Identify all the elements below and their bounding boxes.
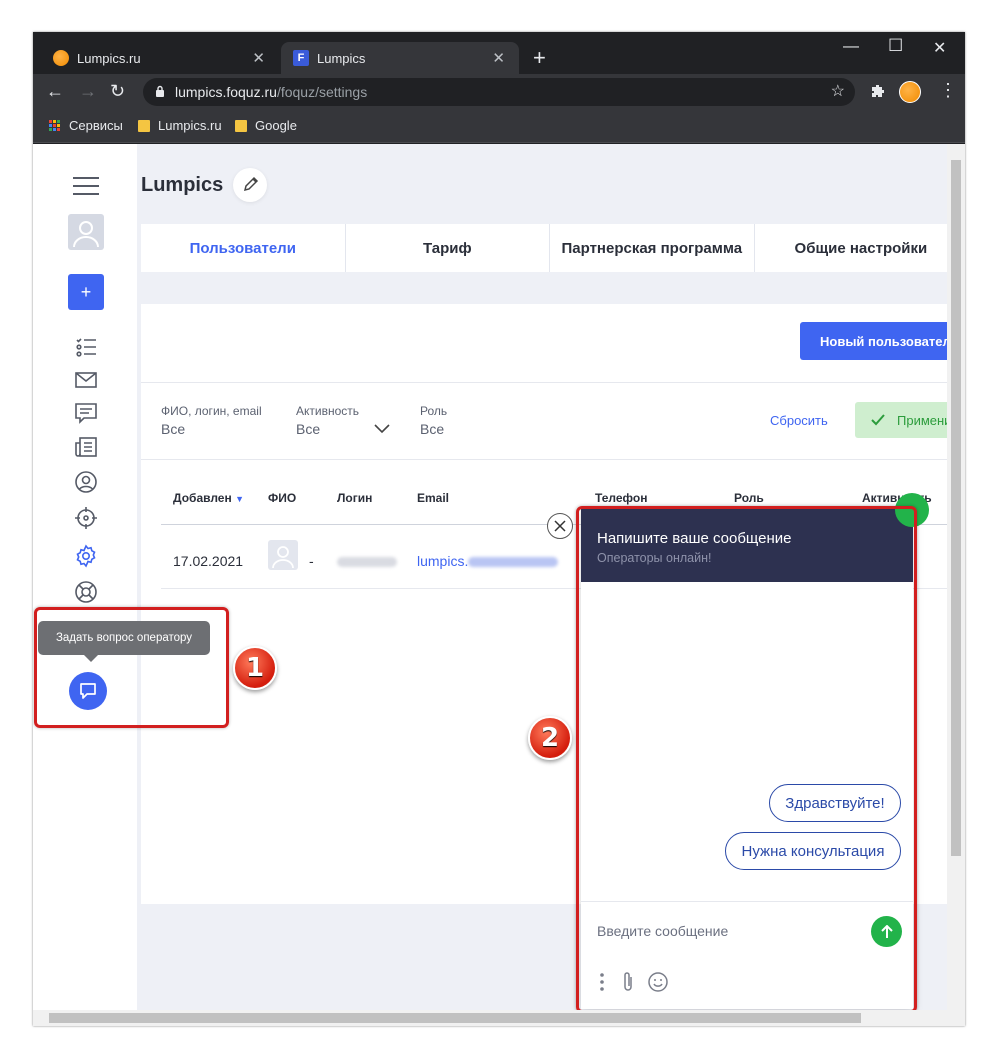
bookmark-label: Сервисы xyxy=(69,118,123,133)
browser-menu-icon[interactable]: ⋮ xyxy=(939,80,957,101)
column-name[interactable]: ФИО xyxy=(268,491,296,505)
bookmark-google[interactable]: Google xyxy=(235,118,297,133)
pencil-icon xyxy=(243,176,259,192)
user-silhouette-icon xyxy=(272,546,294,569)
vertical-scrollbar[interactable] xyxy=(947,144,965,1010)
bookmark-services[interactable]: Сервисы xyxy=(49,118,123,133)
tab-users[interactable]: Пользователи xyxy=(141,224,346,272)
hamburger-menu-icon[interactable] xyxy=(72,174,100,198)
filter-label-search: ФИО, логин, email xyxy=(161,404,262,418)
user-circle-icon[interactable] xyxy=(74,470,98,494)
lock-icon xyxy=(156,85,164,97)
minimize-icon[interactable]: — xyxy=(843,38,859,56)
divider xyxy=(141,459,947,460)
browser-window: Lumpics.ru ✕ F Lumpics ✕ + — ☐ ✕ ← → ↻ l… xyxy=(33,32,965,1026)
close-icon xyxy=(554,520,566,532)
filter-label-activity: Активность xyxy=(296,404,360,418)
checkmark-icon xyxy=(871,414,885,426)
annotation-badge-1: 1 xyxy=(233,646,277,690)
annotation-box-2 xyxy=(576,506,917,1010)
reset-filters-link[interactable]: Сбросить xyxy=(770,413,828,428)
profile-avatar[interactable] xyxy=(899,81,921,103)
bookmark-label: Google xyxy=(255,118,297,133)
browser-tab-lumpics-ru[interactable]: Lumpics.ru ✕ xyxy=(41,42,279,74)
column-header: Добавлен xyxy=(173,491,232,505)
lifebuoy-icon[interactable] xyxy=(74,580,98,604)
maximize-icon[interactable]: ☐ xyxy=(888,36,903,56)
close-tab-icon[interactable]: ✕ xyxy=(492,49,505,67)
divider xyxy=(141,382,947,383)
tab-general-settings[interactable]: Общие настройки xyxy=(755,224,947,272)
filter-role-select[interactable]: Все xyxy=(420,421,444,437)
email-redacted xyxy=(468,557,559,568)
url-host: lumpics.foquz.ru xyxy=(175,84,277,100)
column-added[interactable]: Добавлен ▼ xyxy=(173,491,244,505)
row-email[interactable]: lumpics. xyxy=(417,553,559,569)
checklist-icon[interactable] xyxy=(74,335,98,359)
url-path: /foquz/settings xyxy=(276,84,368,100)
bookmarks-bar: Сервисы Lumpics.ru Google xyxy=(33,110,965,143)
column-login[interactable]: Логин xyxy=(337,491,372,505)
forward-icon[interactable]: → xyxy=(79,81,97,102)
close-tab-icon[interactable]: ✕ xyxy=(252,49,265,67)
chevron-down-icon[interactable] xyxy=(374,424,390,434)
apply-label: Применить xyxy=(897,412,947,428)
foquz-favicon-icon: F xyxy=(293,50,309,66)
row-name: - xyxy=(309,553,314,569)
tab-title: Lumpics xyxy=(317,50,366,66)
row-avatar xyxy=(268,540,298,570)
horizontal-scrollbar[interactable] xyxy=(33,1010,965,1026)
filter-activity-select[interactable]: Все xyxy=(296,421,320,437)
sort-desc-icon: ▼ xyxy=(235,494,244,504)
annotation-box-1 xyxy=(34,607,229,728)
tab-tariff[interactable]: Тариф xyxy=(346,224,551,272)
target-icon[interactable] xyxy=(74,506,98,530)
tab-title: Lumpics.ru xyxy=(77,50,141,66)
column-email[interactable]: Email xyxy=(417,491,449,505)
user-avatar[interactable] xyxy=(68,214,104,250)
tab-partner-program[interactable]: Партнерская программа xyxy=(550,224,755,272)
apply-filters-button[interactable]: Применить xyxy=(855,402,947,438)
edit-title-button[interactable] xyxy=(233,168,267,202)
bookmark-star-icon[interactable]: ☆ xyxy=(831,81,845,101)
column-role[interactable]: Роль xyxy=(734,491,764,505)
row-email-prefix: lumpics. xyxy=(417,553,469,569)
message-lines-icon[interactable] xyxy=(74,401,98,425)
settings-tabs: Пользователи Тариф Партнерская программа… xyxy=(141,224,947,272)
browser-tab-lumpics[interactable]: F Lumpics ✕ xyxy=(281,42,519,74)
page-content: + Lumpics Пользователи Тариф Партнерская… xyxy=(33,144,947,1010)
column-phone[interactable]: Телефон xyxy=(595,491,647,505)
filter-search-input[interactable]: Все xyxy=(161,421,185,437)
close-window-icon[interactable]: ✕ xyxy=(933,38,946,58)
browser-toolbar: ← → ↻ lumpics.foquz.ru/foquz/settings ☆ … xyxy=(33,74,965,110)
annotation-badge-2: 2 xyxy=(528,716,572,760)
filter-label-role: Роль xyxy=(420,404,448,418)
bookmark-label: Lumpics.ru xyxy=(158,118,222,133)
new-user-button[interactable]: Новый пользователь xyxy=(800,322,947,360)
back-icon[interactable]: ← xyxy=(46,81,64,102)
row-date: 17.02.2021 xyxy=(173,553,244,569)
page-title: Lumpics xyxy=(141,174,224,196)
row-login-redacted xyxy=(337,553,397,569)
bookmark-folder-icon xyxy=(235,119,247,132)
bookmark-lumpics[interactable]: Lumpics.ru xyxy=(138,118,222,133)
add-button[interactable]: + xyxy=(68,274,104,310)
reload-icon[interactable]: ↻ xyxy=(110,81,125,102)
apps-grid-icon xyxy=(49,119,61,132)
extensions-puzzle-icon[interactable] xyxy=(870,84,886,100)
newspaper-icon[interactable] xyxy=(74,435,98,459)
lumpics-favicon-icon xyxy=(53,50,69,66)
close-chat-button[interactable] xyxy=(547,513,573,539)
address-bar[interactable]: lumpics.foquz.ru/foquz/settings ☆ xyxy=(143,78,855,106)
bookmark-folder-icon xyxy=(138,119,150,132)
sidebar: + xyxy=(33,144,137,1010)
user-silhouette-icon xyxy=(73,221,99,248)
new-tab-icon[interactable]: + xyxy=(533,45,546,71)
mail-icon[interactable] xyxy=(74,368,98,392)
settings-gear-icon[interactable] xyxy=(74,544,98,568)
